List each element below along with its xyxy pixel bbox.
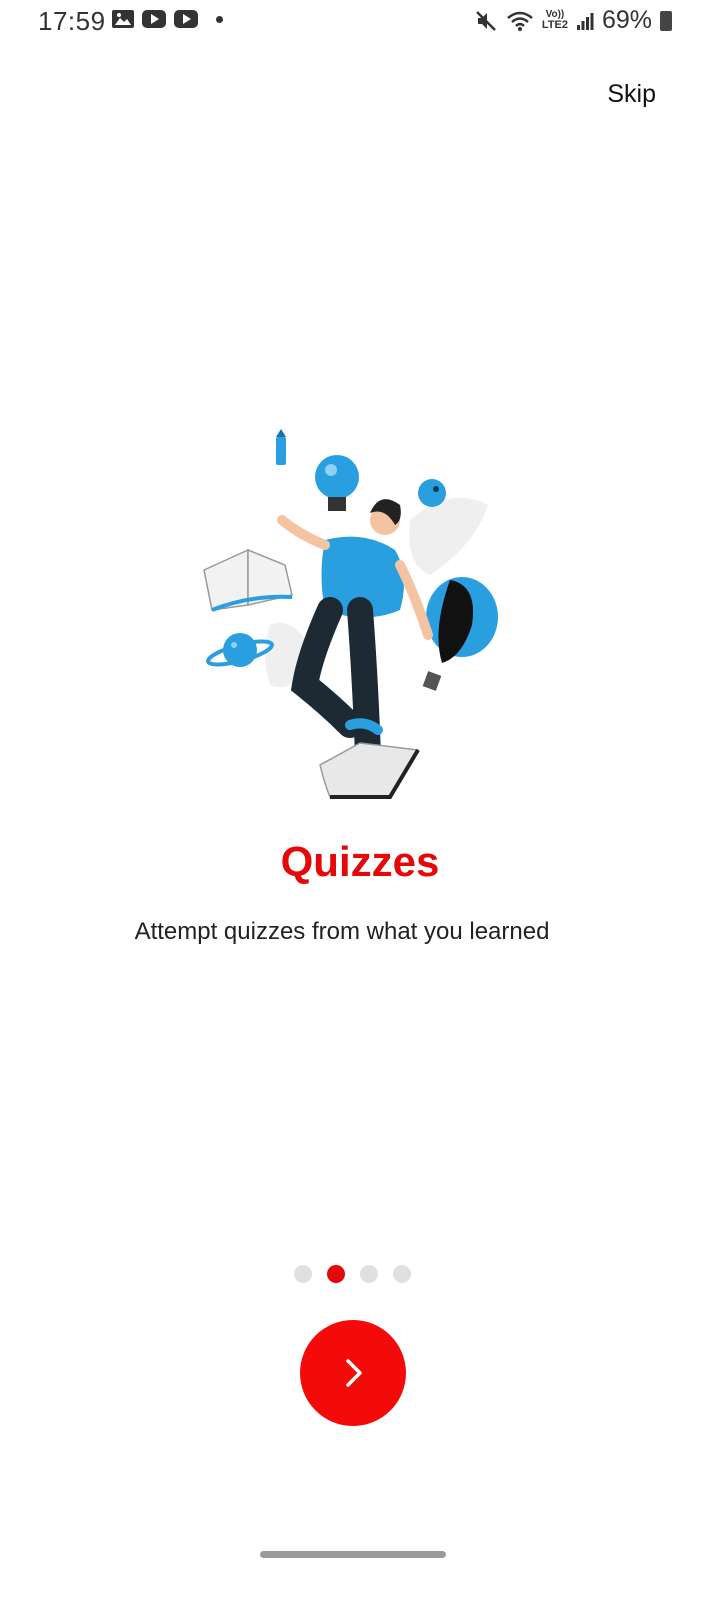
status-bar: 17:59 Vo)) LTE2 69% — [0, 0, 720, 44]
skip-button[interactable]: Skip — [607, 80, 656, 109]
onboarding-description: Attempt quizzes from what you learned — [134, 918, 550, 945]
student-learning-illustration — [200, 425, 510, 810]
status-time: 17:59 — [38, 6, 106, 36]
mute-icon — [475, 10, 496, 31]
chevron-right-icon — [346, 1359, 362, 1387]
image-icon — [112, 10, 134, 28]
page-dot[interactable] — [360, 1265, 378, 1283]
status-system-icons: Vo)) LTE2 69% — [474, 6, 672, 35]
youtube-icon — [174, 10, 198, 28]
youtube-icon — [142, 10, 166, 28]
onboarding-title: Quizzes — [280, 838, 440, 885]
page-dot[interactable] — [294, 1265, 312, 1283]
battery-icon — [660, 10, 672, 31]
page-indicator — [294, 1265, 411, 1283]
page-dot[interactable] — [393, 1265, 411, 1283]
gesture-home-bar[interactable] — [260, 1551, 446, 1558]
status-notification-icons — [112, 10, 223, 28]
next-button[interactable] — [300, 1320, 406, 1426]
notification-dot-icon — [216, 15, 223, 23]
wifi-icon — [507, 11, 533, 31]
page-dot-active[interactable] — [327, 1265, 345, 1283]
volte-lte2-icon: Vo)) LTE2 — [542, 10, 568, 31]
signal-icon — [576, 12, 594, 30]
lte-label: LTE2 — [541, 19, 568, 31]
battery-percentage: 69% — [601, 6, 652, 34]
